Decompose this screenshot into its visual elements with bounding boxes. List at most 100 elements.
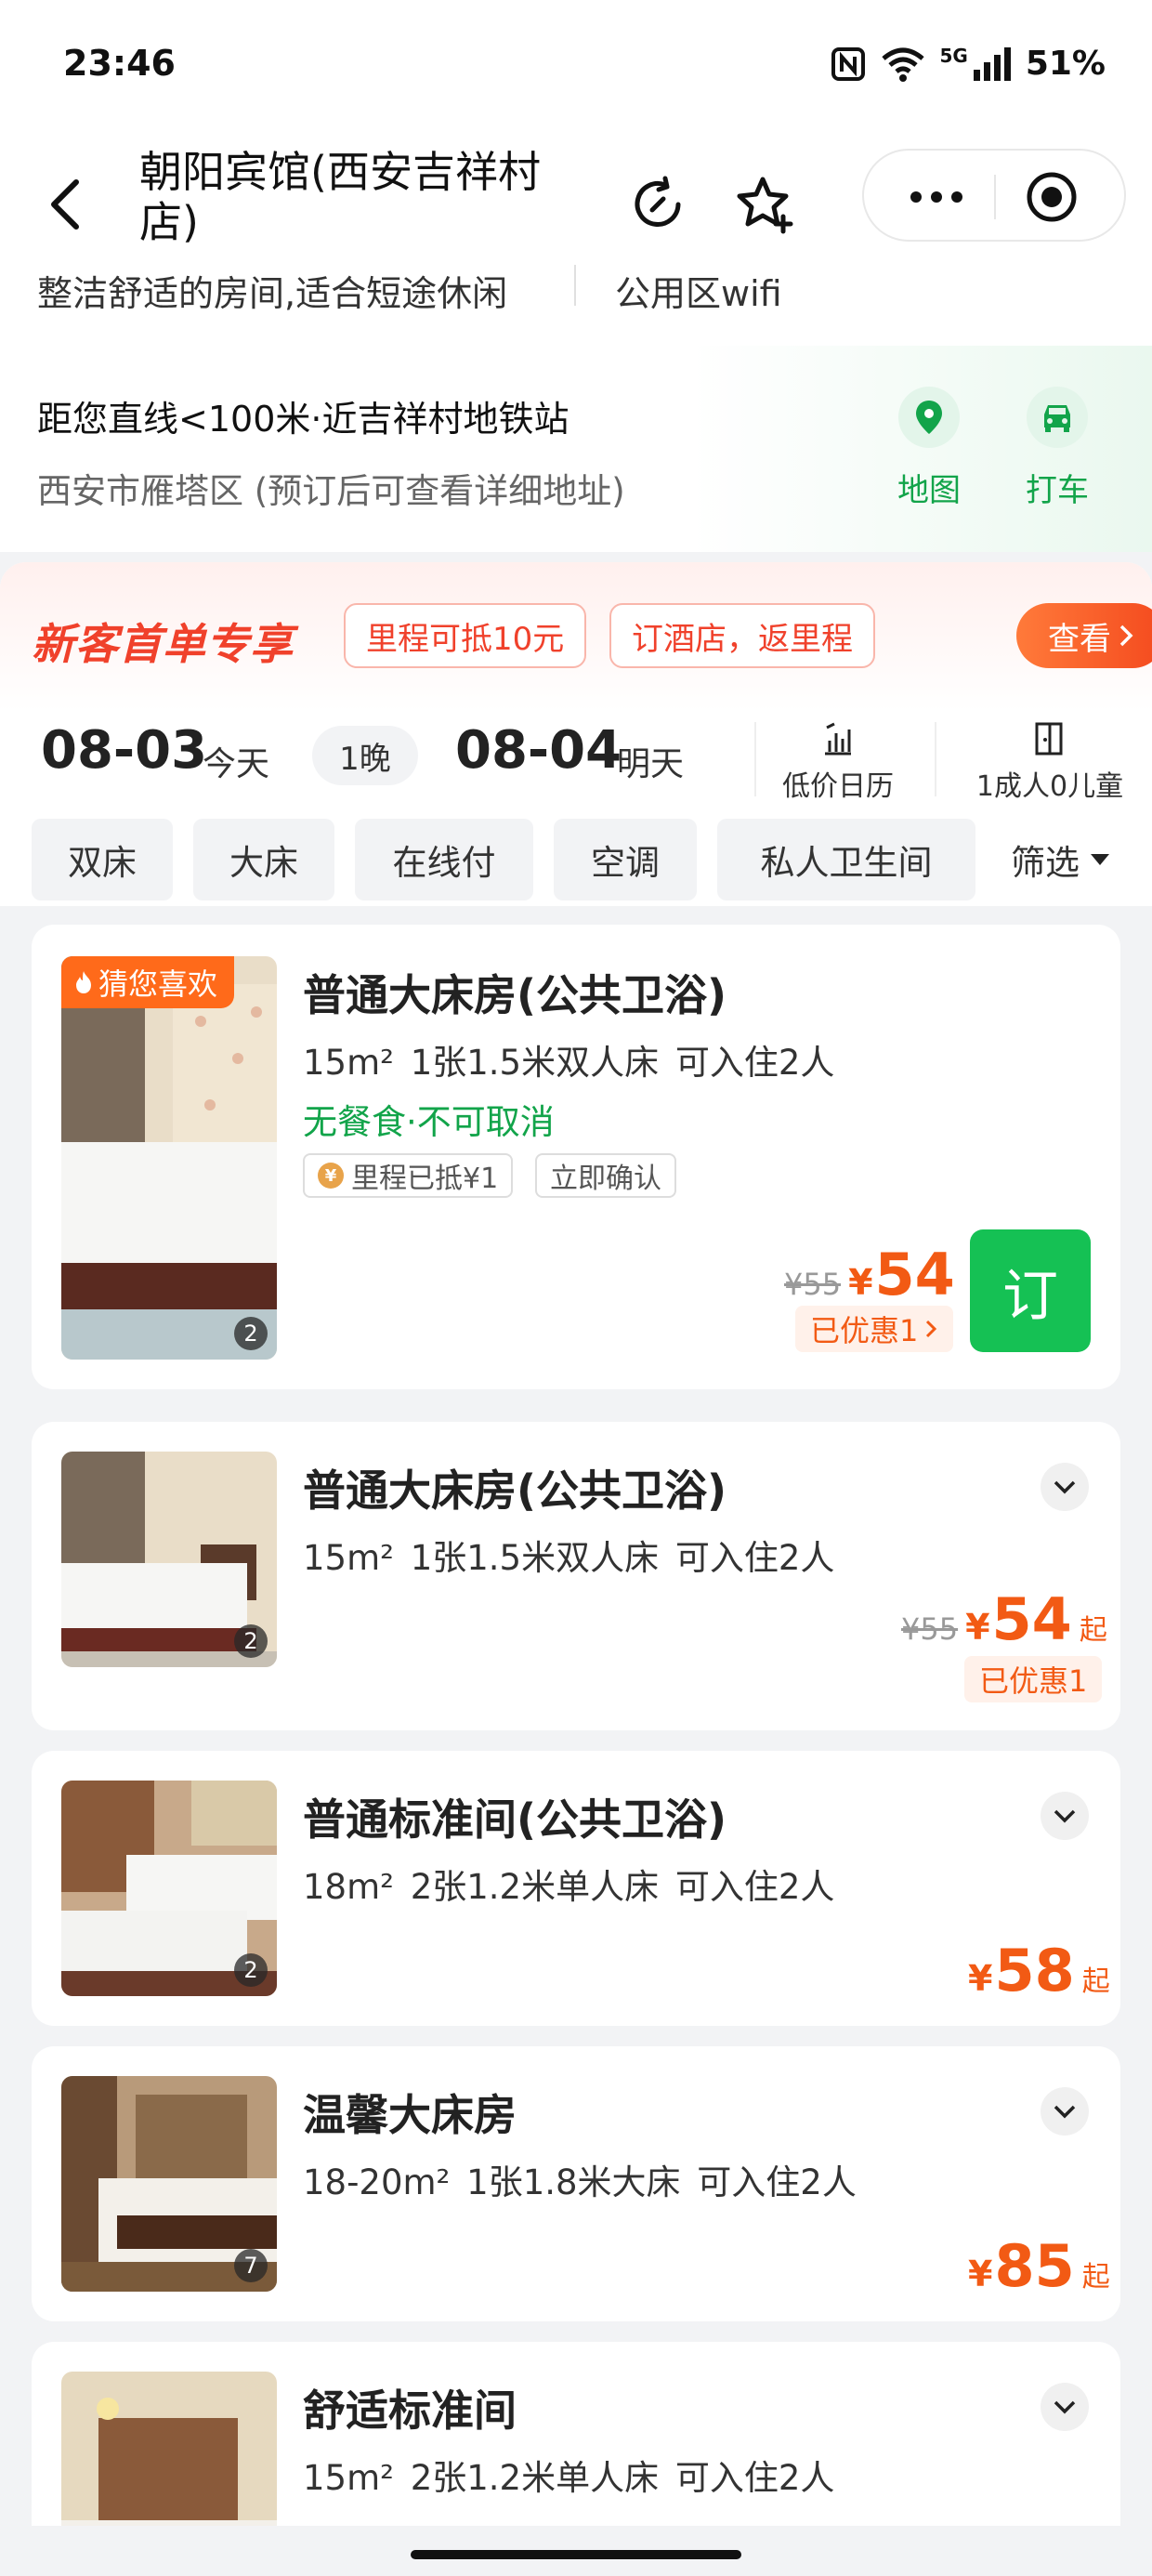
target-icon [1027, 172, 1077, 222]
photo-count: 2 [234, 1953, 268, 1987]
room-photo[interactable]: 2 [61, 1781, 277, 1996]
filter-button[interactable]: 筛选 [1011, 819, 1109, 900]
price-block: ¥55 ¥54 [784, 1241, 955, 1308]
room-name: 普通大床房(公共卫浴) [303, 1465, 727, 1516]
expand-button[interactable] [1041, 2383, 1089, 2431]
more-button[interactable] [899, 178, 974, 216]
room-card[interactable]: 2 普通大床房(公共卫浴) 15m² 1张1.5米双人床 可入住2人 ¥55 ¥… [32, 1422, 1120, 1730]
guest-divider [935, 722, 936, 796]
filter-label: 筛选 [1011, 843, 1080, 883]
battery-percent: 51% [1025, 45, 1106, 83]
promo-view-label: 查看 [1048, 620, 1111, 658]
promo-banner: 新客首单专享 里程可抵10元 订酒店，返里程 查看 [0, 562, 1152, 711]
back-button[interactable] [37, 177, 93, 232]
room-badges: ¥ 里程已抵¥1 立即确认 [303, 1153, 767, 1200]
refresh-button[interactable] [621, 167, 695, 242]
expand-button[interactable] [1041, 1463, 1089, 1511]
original-price: ¥55 [784, 1267, 842, 1302]
tag-divider [574, 265, 576, 306]
filter-chip-twin[interactable]: 双床 [32, 819, 173, 900]
taxi-button[interactable]: 打车 [1020, 387, 1094, 510]
filter-chip-king[interactable]: 大床 [193, 819, 334, 900]
status-icons: 5G 51% [830, 45, 1106, 83]
price-currency: ¥ [848, 1262, 873, 1303]
expand-button[interactable] [1041, 1792, 1089, 1840]
guest-selector[interactable]: 1成人0儿童 [957, 720, 1143, 804]
map-button[interactable]: 地图 [892, 387, 966, 510]
filter-bar: 双床 大床 在线付 空调 私人卫生间 筛选 [0, 811, 1152, 904]
chevron-right-icon [1119, 624, 1133, 647]
price-calendar-button[interactable]: 低价日历 [773, 720, 903, 804]
room-spec: 15m² 1张1.5米双人床 可入住2人 [303, 1043, 835, 1083]
room-card[interactable]: 猜您喜欢 2 普通大床房(公共卫浴) 15m² 1张1.5米双人床 可入住2人 … [32, 925, 1120, 1389]
tag-description: 整洁舒适的房间,适合短途休闲 [37, 273, 508, 314]
chevron-down-icon [1054, 2105, 1076, 2119]
guest-label: 1成人0儿童 [975, 770, 1124, 803]
checkin-date[interactable]: 08-03 [41, 720, 207, 781]
network-type: 5G [939, 44, 968, 67]
price-currency: ¥ [965, 1607, 990, 1648]
hotel-title: 朝阳宾馆(西安吉祥村店) [139, 147, 541, 247]
price-currency: ¥ [968, 2254, 993, 2294]
room-photo[interactable]: 2 [61, 1452, 277, 1667]
favorite-button[interactable] [728, 167, 803, 242]
more-dots-icon [910, 191, 922, 203]
room-card[interactable]: 2 普通标准间(公共卫浴) 18m² 2张1.2米单人床 可入住2人 ¥58 起 [32, 1751, 1120, 2026]
chevron-down-icon [1054, 1809, 1076, 1823]
recommend-tag-label: 猜您喜欢 [98, 966, 218, 1002]
mileage-badge: ¥ 里程已抵¥1 [303, 1153, 514, 1198]
room-card[interactable]: 7 温馨大床房 18-20m² 1张1.8米大床 可入住2人 ¥85 起 [32, 2046, 1120, 2321]
price-from-label: 起 [1079, 1614, 1107, 1647]
location-section[interactable]: 距您直线<100米·近吉祥村地铁站 西安市雁塔区 (预订后可查看详细地址) 地图… [0, 346, 1152, 552]
promo-view-button[interactable]: 查看 [1016, 603, 1152, 668]
filter-chip-online-pay[interactable]: 在线付 [355, 819, 533, 900]
discount-button[interactable]: 已优惠1 [795, 1306, 954, 1352]
discount-tag: 已优惠1 [964, 1656, 1103, 1702]
header: 朝阳宾馆(西安吉祥村店) [0, 139, 1152, 256]
chevron-down-icon [1054, 2400, 1076, 2414]
checkout-date[interactable]: 08-04 [455, 720, 622, 781]
discount-label: 已优惠1 [810, 1313, 919, 1348]
tag-wifi: 公用区wifi [615, 273, 782, 314]
expand-button[interactable] [1041, 2087, 1089, 2136]
calendar-chart-icon [825, 722, 851, 756]
home-indicator[interactable] [411, 2550, 741, 2559]
back-icon [51, 179, 79, 230]
close-miniprogram-button[interactable] [1024, 169, 1080, 225]
room-name: 温馨大床房 [303, 2090, 517, 2140]
filter-chip-aircon[interactable]: 空调 [554, 819, 697, 900]
distance-text: 距您直线<100米·近吉祥村地铁站 [37, 399, 569, 440]
mini-program-capsule [862, 149, 1126, 242]
room-name: 普通标准间(公共卫浴) [303, 1794, 727, 1845]
photo-count: 2 [234, 1624, 268, 1658]
room-name: 舒适标准间 [303, 2385, 517, 2436]
star-add-icon [737, 177, 793, 234]
map-pin-icon [916, 401, 942, 434]
flame-icon [76, 971, 91, 993]
hotel-tags: 整洁舒适的房间,适合短途休闲 公用区wifi [0, 256, 1152, 321]
book-button[interactable]: 订 [970, 1229, 1091, 1352]
date-selector[interactable]: 08-03 今天 1晚 08-04 明天 低价日历 1成人0儿童 [0, 702, 1152, 813]
room-price: 85 [994, 2232, 1075, 2300]
price-currency: ¥ [968, 1958, 993, 1999]
price-from-label: 起 [1081, 1965, 1110, 1998]
room-photo[interactable]: 猜您喜欢 2 [61, 956, 277, 1360]
room-spec: 15m² 2张1.2米单人床 可入住2人 [303, 2458, 835, 2498]
nfc-icon [831, 46, 866, 81]
room-price: 58 [994, 1937, 1075, 2004]
room-photo[interactable]: 7 [61, 2076, 277, 2292]
price-block: ¥55 ¥54 起 [901, 1585, 1107, 1653]
room-name: 普通大床房(公共卫浴) [303, 970, 727, 1020]
dropdown-triangle-icon [1091, 854, 1109, 865]
nights-count: 1晚 [312, 726, 418, 785]
room-price: 54 [991, 1585, 1072, 1653]
chevron-right-icon [926, 1320, 937, 1338]
room-spec: 18-20m² 1张1.8米大床 可入住2人 [303, 2162, 857, 2202]
status-time: 23:46 [63, 43, 176, 84]
door-icon [1035, 722, 1063, 756]
map-label: 地图 [897, 472, 961, 509]
filter-chip-private-bath[interactable]: 私人卫生间 [717, 819, 975, 900]
promo-pill-mileage: 里程可抵10元 [344, 603, 587, 668]
promo-pill-return: 订酒店，返里程 [609, 603, 875, 668]
chevron-down-icon [1054, 1480, 1076, 1494]
